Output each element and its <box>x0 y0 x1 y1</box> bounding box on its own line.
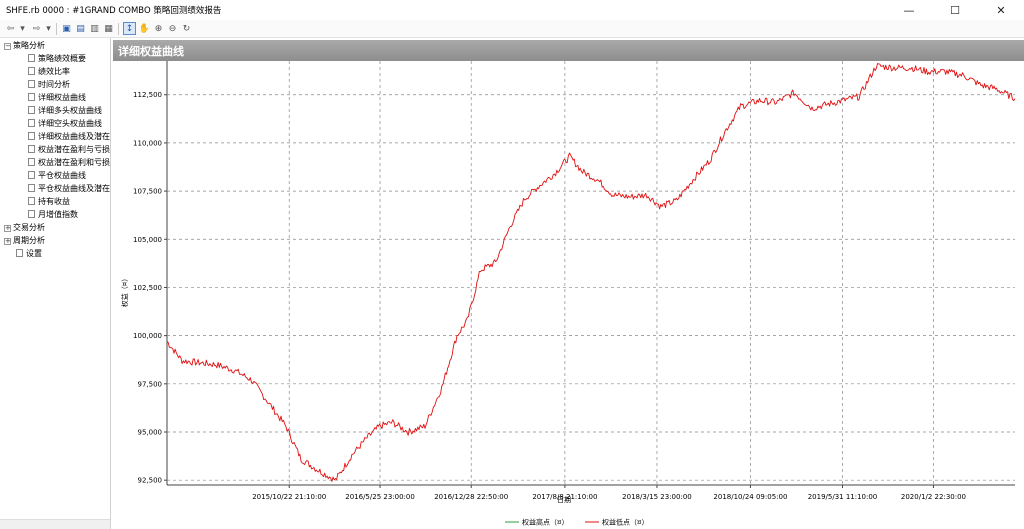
document-icon <box>28 132 35 140</box>
tree-item[interactable]: 持有收益 <box>28 196 70 208</box>
x-tick-label: 2020/1/2 22:30:00 <box>901 493 966 501</box>
tree-item[interactable]: 详细多头权益曲线 <box>28 105 102 117</box>
tree-item-strategy-analysis[interactable]: − 策略分析 <box>4 40 45 52</box>
save-icon[interactable]: ▣ <box>60 22 73 35</box>
tree-item[interactable]: 平仓权益曲线及潜在 <box>28 183 110 195</box>
chart-grid <box>166 61 1015 486</box>
y-tick-label: 110,000 <box>133 139 162 147</box>
x-tick-label: 2016/5/25 23:00:00 <box>345 493 415 501</box>
zoom-in-icon[interactable]: ⊕ <box>152 22 165 35</box>
y-tick-label: 97,500 <box>138 380 163 388</box>
toolbar: ⇦ ▾ ⇨ ▾ ▣ ▤ ▥ ▦ ↕ ✋ ⊕ ⊖ ↻ <box>0 20 1024 38</box>
tree-item-period-analysis[interactable]: + 周期分析 <box>4 235 45 247</box>
y-tick-label: 107,500 <box>133 188 162 196</box>
minimize-button[interactable]: — <box>886 0 932 20</box>
x-tick-label: 2018/10/24 09:05:00 <box>713 493 787 501</box>
y-tick-label: 100,000 <box>133 332 162 340</box>
panel-header: 详细权益曲线 <box>113 40 1024 61</box>
maximize-button[interactable]: ☐ <box>932 0 978 20</box>
collapse-icon[interactable]: − <box>4 43 11 50</box>
expand-icon[interactable]: + <box>4 225 11 232</box>
tree-item-trade-analysis[interactable]: + 交易分析 <box>4 222 45 234</box>
document-icon <box>28 158 35 166</box>
back-dropdown-icon[interactable]: ▾ <box>16 22 29 35</box>
tree-item[interactable]: 权益潜在盈利和亏损 <box>28 157 110 169</box>
navigation-tree: − 策略分析 策略绩效概要 绩效比率 时间分析 详细权益曲线 详细多头权益曲线 详… <box>0 38 111 529</box>
series-lines <box>166 63 1016 482</box>
document-icon <box>28 106 35 114</box>
document-icon <box>28 145 35 153</box>
document-icon <box>28 210 35 218</box>
document-icon <box>28 93 35 101</box>
tree-item[interactable]: 时间分析 <box>28 79 70 91</box>
print-icon[interactable]: ▥ <box>88 22 101 35</box>
pointer-icon[interactable]: ↕ <box>123 22 136 35</box>
legend-label: 权益低点（¤） <box>602 518 648 527</box>
y-tick-label: 102,500 <box>133 284 162 292</box>
x-tick-label: 2016/12/28 22:50:00 <box>434 493 508 501</box>
y-tick-label: 95,000 <box>138 429 163 437</box>
x-tick-label: 2015/10/22 21:10:00 <box>252 493 326 501</box>
document-icon <box>28 197 35 205</box>
document-icon <box>28 80 35 88</box>
y-axis-ticks: 92,500 95,000 97,500 100,000 102,500 105,000 1… <box>133 91 167 485</box>
hand-icon[interactable]: ✋ <box>138 22 151 35</box>
document-icon <box>16 249 23 257</box>
x-axis-ticks: 2015/10/22 21:10:00 2016/5/25 23:00:00 201… <box>252 485 966 501</box>
x-axis-label: 日期 <box>557 496 571 504</box>
tree-item[interactable]: 策略绩效概要 <box>28 53 86 65</box>
y-tick-label: 105,000 <box>133 236 162 244</box>
tree-item[interactable]: 绩效比率 <box>28 66 70 78</box>
tree-item-settings[interactable]: 设置 <box>16 248 42 260</box>
chart-legend: 权益高点（¤） 权益低点（¤） <box>505 518 648 527</box>
document-icon <box>28 184 35 192</box>
x-tick-label: 2019/5/31 11:10:00 <box>808 493 878 501</box>
tree-item[interactable]: 平仓权益曲线 <box>28 170 86 182</box>
tree-item[interactable]: 详细空头权益曲线 <box>28 118 102 130</box>
close-button[interactable]: ✕ <box>978 0 1024 20</box>
tree-item[interactable]: 月增值指数 <box>28 209 78 221</box>
tree-item[interactable]: 详细权益曲线及潜在 <box>28 131 110 143</box>
horizontal-scrollbar[interactable] <box>0 519 110 529</box>
document-icon <box>28 67 35 75</box>
expand-icon[interactable]: + <box>4 238 11 245</box>
legend-label: 权益高点（¤） <box>522 518 568 527</box>
window-title: SHFE.rb 0000 : #1GRAND COMBO 策略回测绩效报告 <box>6 6 222 16</box>
tree-item[interactable]: 权益潜在盈利与亏损 <box>28 144 110 156</box>
export-icon[interactable]: ▤ <box>74 22 87 35</box>
window-title-bar: SHFE.rb 0000 : #1GRAND COMBO 策略回测绩效报告 — … <box>0 0 1024 20</box>
refresh-icon[interactable]: ↻ <box>180 22 193 35</box>
y-tick-label: 92,500 <box>138 477 163 485</box>
equity-chart: 92,500 95,000 97,500 100,000 102,500 105,000 1… <box>120 61 1016 527</box>
panel-title: 详细权益曲线 <box>118 45 184 58</box>
tree-item-selected[interactable]: 详细权益曲线 <box>28 92 86 104</box>
preview-icon[interactable]: ▦ <box>102 22 115 35</box>
zoom-out-icon[interactable]: ⊖ <box>166 22 179 35</box>
forward-dropdown-icon[interactable]: ▾ <box>42 22 55 35</box>
document-icon <box>28 54 35 62</box>
document-icon <box>28 171 35 179</box>
y-axis-label: 权益（¤） <box>120 275 129 307</box>
y-tick-label: 112,500 <box>133 91 162 99</box>
series-line <box>166 63 1016 482</box>
document-icon <box>28 119 35 127</box>
x-tick-label: 2018/3/15 23:00:00 <box>622 493 692 501</box>
